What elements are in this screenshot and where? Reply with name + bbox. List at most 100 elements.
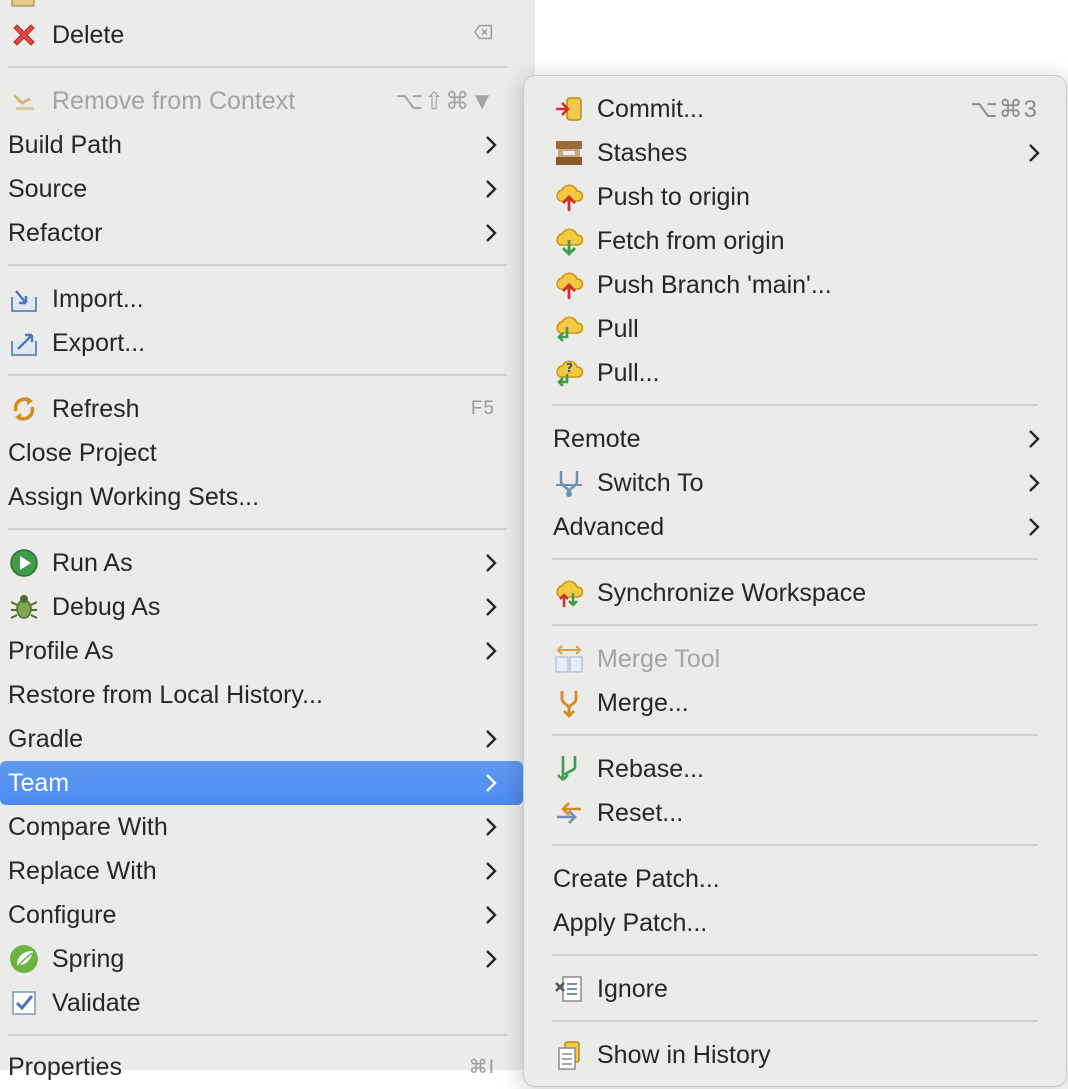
chevron-right-icon	[479, 815, 503, 839]
submenu-item-remote[interactable]: Remote	[524, 417, 1066, 461]
separator	[8, 528, 507, 530]
checkbox-checked-icon	[8, 987, 40, 1019]
menu-item-label: Debug As	[52, 592, 161, 621]
chevron-right-icon	[479, 133, 503, 157]
menu-item-delete[interactable]: Delete	[0, 13, 523, 57]
submenu-item-switch-to[interactable]: Switch To	[524, 461, 1066, 505]
menu-item-label: Replace With	[8, 856, 157, 885]
separator	[8, 66, 507, 68]
switch-branch-icon	[553, 467, 585, 499]
submenu-item-create-patch[interactable]: Create Patch...	[524, 857, 1066, 901]
menu-item-label: Delete	[52, 20, 125, 49]
chevron-right-icon	[479, 639, 503, 663]
submenu-item-stashes[interactable]: Stashes	[524, 131, 1066, 175]
submenu-item-commit[interactable]: Commit... ⌥⌘3	[524, 87, 1066, 131]
menu-item-shortcut: ⌥⇧⌘▼	[395, 87, 495, 115]
menu-item-label: Pull	[597, 314, 639, 343]
submenu-item-merge-tool[interactable]: Merge Tool	[524, 637, 1066, 681]
menu-item-label: Apply Patch...	[553, 908, 708, 937]
submenu-item-reset[interactable]: Reset...	[524, 791, 1066, 835]
menu-item-label: Restore from Local History...	[8, 680, 323, 709]
menu-item-debug-as[interactable]: Debug As	[0, 585, 523, 629]
rebase-icon	[553, 753, 585, 785]
menu-item-label: Validate	[52, 988, 141, 1017]
menu-item-compare-with[interactable]: Compare With	[0, 805, 523, 849]
separator	[552, 734, 1038, 736]
synchronize-icon	[553, 577, 585, 609]
menu-item-label: Refresh	[52, 394, 140, 423]
menu-item-label: Compare With	[8, 812, 168, 841]
merge-tool-icon	[553, 643, 585, 675]
context-menu: Delete Remove from Context ⌥⇧⌘▼ Build Pa…	[0, 0, 535, 1081]
push-icon	[553, 181, 585, 213]
menu-item-label: Commit...	[597, 94, 704, 123]
menu-item-label: Export...	[52, 328, 146, 357]
submenu-item-push-origin[interactable]: Push to origin	[524, 175, 1066, 219]
separator	[552, 404, 1038, 406]
menu-item-team[interactable]: Team	[0, 761, 523, 805]
menu-item-refactor[interactable]: Refactor	[0, 211, 523, 255]
separator	[8, 1034, 507, 1036]
menu-item-label: Advanced	[553, 512, 665, 541]
menu-item-label: Properties	[8, 1052, 122, 1081]
submenu-item-advanced[interactable]: Advanced	[524, 505, 1066, 549]
chevron-right-icon	[479, 177, 503, 201]
run-icon	[8, 547, 40, 579]
submenu-item-ignore[interactable]: Ignore	[524, 967, 1066, 1011]
separator	[552, 1020, 1038, 1022]
submenu-item-synchronize[interactable]: Synchronize Workspace	[524, 571, 1066, 615]
menu-item-label: Refactor	[8, 218, 103, 247]
menu-item-assign-working-sets[interactable]: Assign Working Sets...	[0, 475, 523, 519]
menu-item-label: Spring	[52, 944, 125, 973]
push-branch-icon	[553, 269, 585, 301]
menu-item-label: Assign Working Sets...	[8, 482, 260, 511]
menu-item-validate[interactable]: Validate	[0, 981, 523, 1025]
submenu-item-show-history[interactable]: Show in History	[524, 1033, 1066, 1077]
reset-icon	[553, 797, 585, 829]
menu-item-remove-from-context[interactable]: Remove from Context ⌥⇧⌘▼	[0, 79, 523, 123]
chevron-right-icon	[1022, 141, 1046, 165]
submenu-item-pull[interactable]: Pull	[524, 307, 1066, 351]
menu-item-import[interactable]: Import...	[0, 277, 523, 321]
menu-item-label: Remote	[553, 424, 641, 453]
menu-item-label: Gradle	[8, 724, 84, 753]
submenu-item-apply-patch[interactable]: Apply Patch...	[524, 901, 1066, 945]
menu-item-label: Run As	[52, 548, 133, 577]
commit-icon	[553, 93, 585, 125]
menu-item-restore-history[interactable]: Restore from Local History...	[0, 673, 523, 717]
bug-icon	[8, 591, 40, 623]
menu-item-label: Reset...	[597, 798, 684, 827]
menu-item-label: Close Project	[8, 438, 157, 467]
menu-item-shortcut: ⌥⌘3	[969, 95, 1038, 123]
submenu-item-rebase[interactable]: Rebase...	[524, 747, 1066, 791]
submenu-item-pull-dialog[interactable]: ? Pull...	[524, 351, 1066, 395]
chevron-right-icon	[1022, 471, 1046, 495]
menu-item-profile-as[interactable]: Profile As	[0, 629, 523, 673]
menu-item-replace-with[interactable]: Replace With	[0, 849, 523, 893]
folder-icon	[8, 0, 40, 8]
fetch-icon	[553, 225, 585, 257]
merge-icon	[553, 687, 585, 719]
separator	[8, 374, 507, 376]
menu-item-spring[interactable]: Spring	[0, 937, 523, 981]
submenu-item-push-branch[interactable]: Push Branch 'main'...	[524, 263, 1066, 307]
menu-item-label: Show in History	[597, 1040, 771, 1069]
menu-item-source[interactable]: Source	[0, 167, 523, 211]
menu-item-gradle[interactable]: Gradle	[0, 717, 523, 761]
submenu-item-fetch-origin[interactable]: Fetch from origin	[524, 219, 1066, 263]
submenu-item-merge[interactable]: Merge...	[524, 681, 1066, 725]
export-icon	[8, 327, 40, 359]
menu-item-build-path[interactable]: Build Path	[0, 123, 523, 167]
menu-item-label: Profile As	[8, 636, 114, 665]
menu-item-label: Stashes	[597, 138, 688, 167]
menu-item-export[interactable]: Export...	[0, 321, 523, 365]
menu-item-close-project[interactable]: Close Project	[0, 431, 523, 475]
chevron-right-icon	[479, 221, 503, 245]
chevron-right-icon	[479, 727, 503, 751]
menu-item-partial	[0, 0, 523, 14]
separator	[552, 844, 1038, 846]
menu-item-run-as[interactable]: Run As	[0, 541, 523, 585]
menu-item-properties[interactable]: Properties ⌘I	[0, 1045, 523, 1089]
menu-item-refresh[interactable]: Refresh F5	[0, 387, 523, 431]
menu-item-configure[interactable]: Configure	[0, 893, 523, 937]
